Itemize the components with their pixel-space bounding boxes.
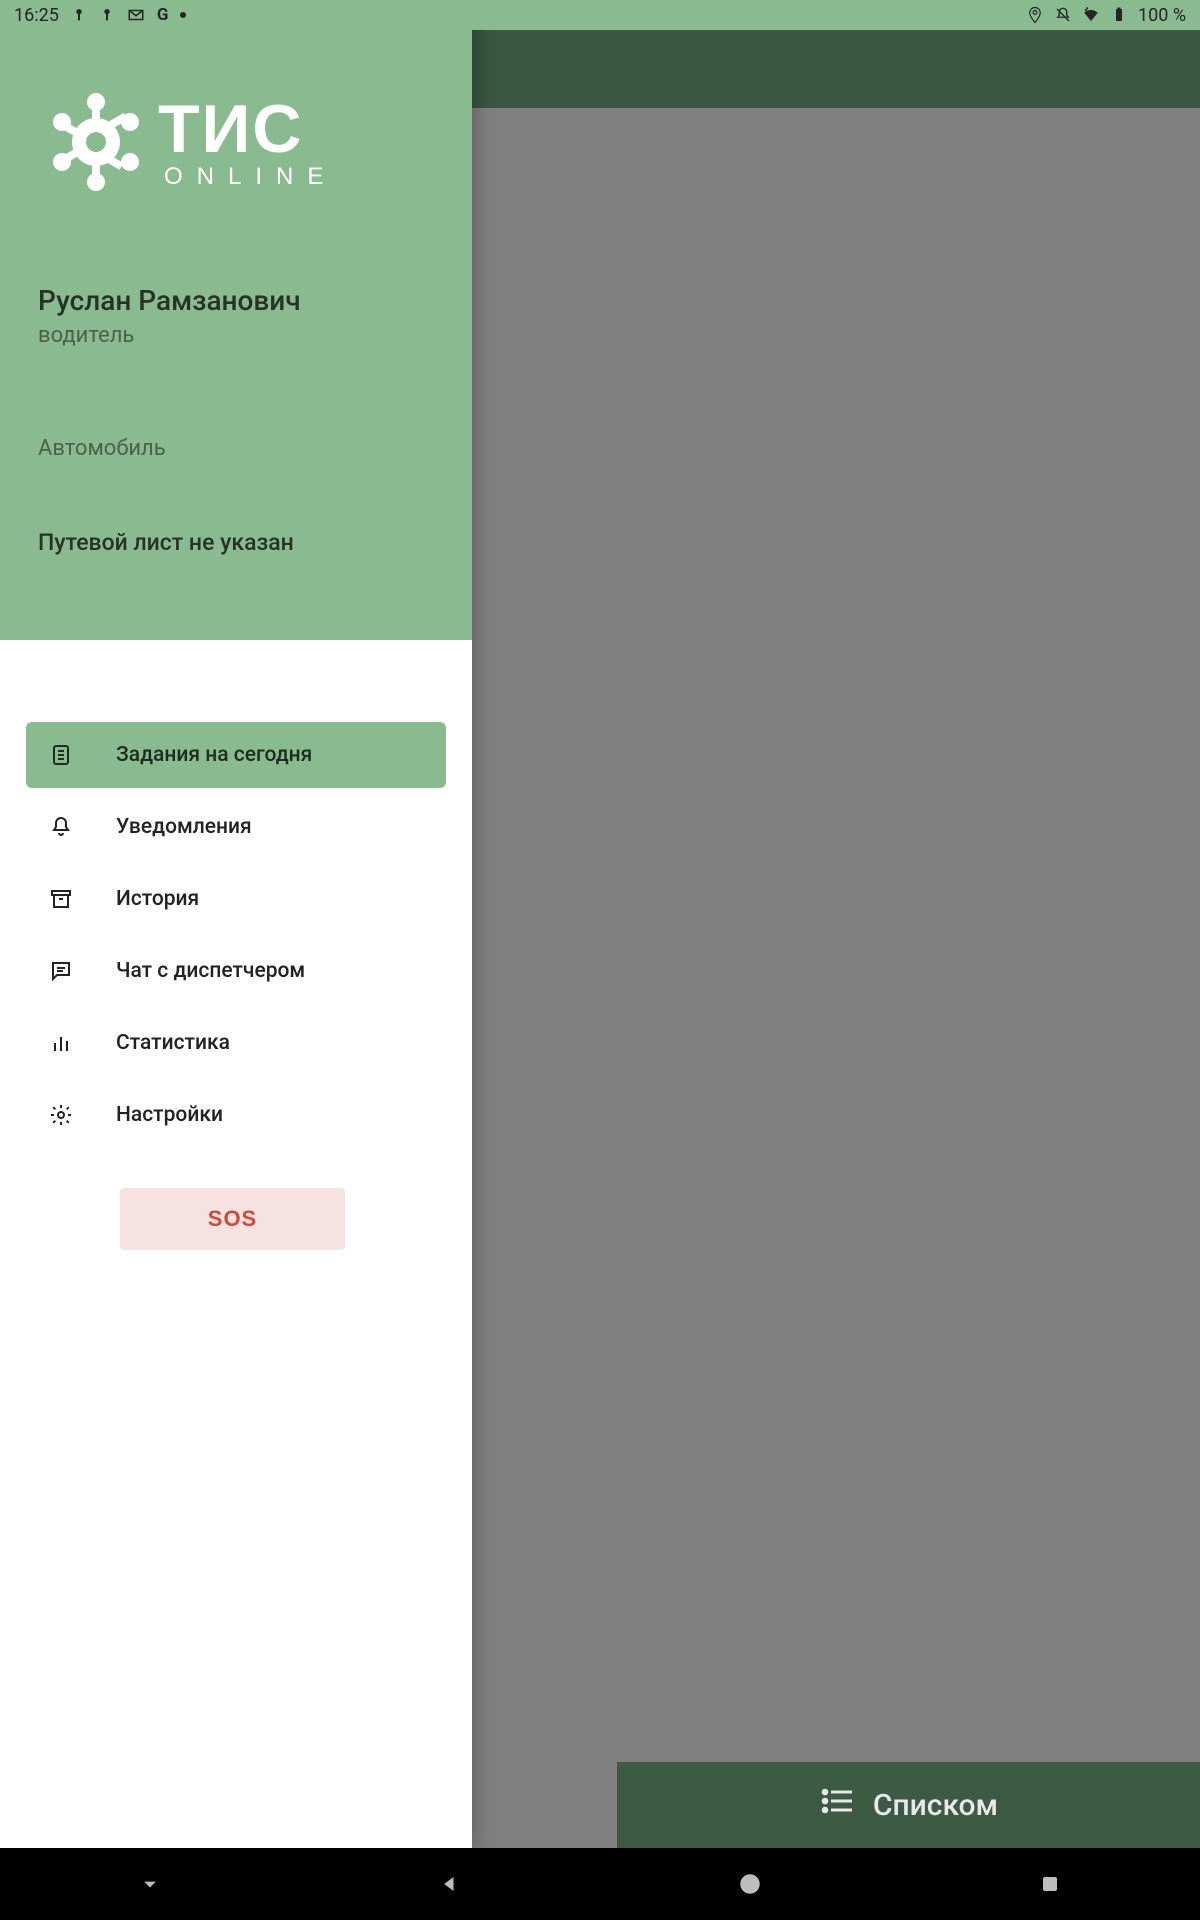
menu-item-label: Задания на сегодня bbox=[116, 743, 312, 767]
nav-dropdown-button[interactable] bbox=[132, 1866, 168, 1902]
drawer-menu: Задания на сегодня Уведомления История Ч… bbox=[0, 640, 472, 1250]
status-right: 100 % bbox=[1026, 5, 1186, 26]
menu-item-label: Чат с диспетчером bbox=[116, 959, 305, 983]
menu-item-chat[interactable]: Чат с диспетчером bbox=[26, 938, 446, 1004]
menu-item-label: Уведомления bbox=[116, 815, 252, 839]
svg-text:ONLINE: ONLINE bbox=[164, 163, 337, 190]
mute-bell-icon bbox=[1054, 6, 1072, 24]
svg-text:ТИС: ТИС bbox=[158, 91, 304, 167]
user-role: водитель bbox=[38, 323, 434, 348]
gmail-icon bbox=[127, 6, 145, 24]
nav-back-button[interactable] bbox=[432, 1866, 468, 1902]
location-icon bbox=[1026, 6, 1044, 24]
menu-item-notifications[interactable]: Уведомления bbox=[26, 794, 446, 860]
stats-icon bbox=[48, 1031, 74, 1055]
menu-item-settings[interactable]: Настройки bbox=[26, 1082, 446, 1148]
battery-icon bbox=[1110, 6, 1128, 24]
user-name: Руслан Рамзанович bbox=[38, 284, 434, 317]
system-nav-bar bbox=[0, 1848, 1200, 1920]
status-bar: 16:25 G 100 % bbox=[0, 0, 1200, 30]
list-toggle-label: Списком bbox=[873, 1788, 998, 1823]
clipboard-icon bbox=[48, 743, 74, 767]
waybill-status: Путевой лист не указан bbox=[38, 529, 434, 556]
menu-item-label: Настройки bbox=[116, 1103, 223, 1127]
wifi-sync-icon bbox=[1082, 6, 1100, 24]
sos-button[interactable]: SOS bbox=[120, 1188, 345, 1250]
nav-recent-button[interactable] bbox=[1032, 1866, 1068, 1902]
menu-item-tasks-today[interactable]: Задания на сегодня bbox=[26, 722, 446, 788]
chat-icon bbox=[48, 959, 74, 983]
battery-text: 100 % bbox=[1138, 5, 1186, 26]
notification-dot-icon bbox=[180, 12, 186, 18]
list-icon bbox=[819, 1783, 855, 1827]
app-logo: ТИС ONLINE bbox=[46, 82, 434, 206]
status-left: 16:25 G bbox=[14, 5, 186, 26]
gear-icon bbox=[48, 1103, 74, 1127]
key-icon bbox=[99, 7, 115, 23]
navigation-drawer: ТИС ONLINE Руслан Рамзанович водитель Ав… bbox=[0, 0, 472, 1848]
nav-home-button[interactable] bbox=[732, 1866, 768, 1902]
menu-item-stats[interactable]: Статистика bbox=[26, 1010, 446, 1076]
google-icon: G bbox=[157, 5, 169, 25]
vehicle-label: Автомобиль bbox=[38, 436, 434, 461]
key-icon bbox=[71, 7, 87, 23]
list-toggle-button[interactable]: Списком bbox=[617, 1762, 1200, 1848]
bell-icon bbox=[48, 815, 74, 839]
status-time: 16:25 bbox=[14, 5, 59, 26]
drawer-header: ТИС ONLINE Руслан Рамзанович водитель Ав… bbox=[0, 0, 472, 640]
archive-icon bbox=[48, 887, 74, 911]
menu-item-label: Статистика bbox=[116, 1031, 230, 1055]
menu-item-label: История bbox=[116, 887, 199, 911]
menu-item-history[interactable]: История bbox=[26, 866, 446, 932]
